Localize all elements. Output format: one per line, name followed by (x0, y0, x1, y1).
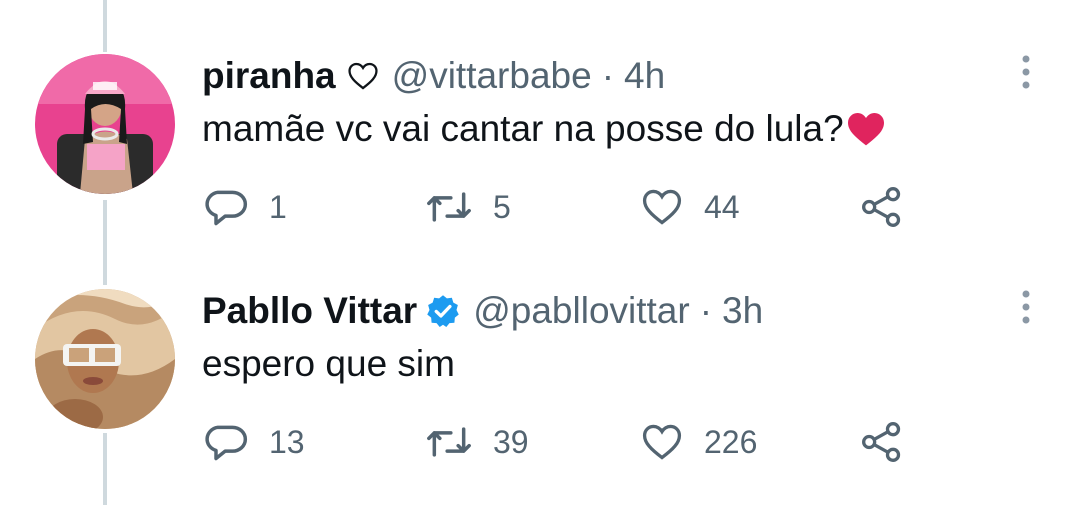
timestamp[interactable]: 3h (722, 290, 763, 332)
tweet-header: Pabllo Vittar @pabllovittar · 3h (202, 289, 763, 333)
tweet-text: espero que sim (202, 343, 455, 385)
separator-dot: · (601, 55, 615, 96)
verified-badge-icon (427, 295, 459, 328)
more-options-icon[interactable] (1016, 287, 1036, 327)
share-button[interactable] (860, 185, 904, 229)
share-icon (862, 422, 901, 462)
handle[interactable]: @vittarbabe (392, 55, 592, 97)
like-button[interactable]: 226 (640, 420, 757, 464)
display-name[interactable]: Pabllo Vittar (202, 290, 417, 332)
retweet-icon (427, 427, 471, 457)
share-icon (862, 187, 901, 227)
timestamp[interactable]: 4h (624, 55, 665, 97)
like-count: 226 (704, 423, 758, 460)
display-name[interactable]: piranha (202, 55, 336, 97)
retweet-count: 39 (493, 423, 529, 460)
avatar-photo-icon (35, 54, 175, 194)
retweet-icon (427, 192, 471, 222)
reply-icon (205, 190, 248, 226)
reply-count: 13 (269, 423, 305, 460)
more-options-icon[interactable] (1016, 52, 1036, 92)
heart-outline-icon (348, 62, 378, 90)
share-button[interactable] (860, 420, 904, 464)
thread-line-bottom (103, 433, 107, 505)
like-heart-icon (642, 189, 682, 225)
like-count: 44 (704, 188, 740, 225)
like-heart-icon (642, 424, 682, 460)
tweet-text: mamãe vc vai cantar na posse do lula? (202, 108, 886, 150)
reply-count: 1 (269, 188, 287, 225)
reply-button[interactable]: 1 (205, 185, 287, 229)
avatar[interactable] (35, 289, 175, 429)
thread-line-top (103, 0, 107, 52)
handle[interactable]: @pabllovittar (473, 290, 690, 332)
retweet-button[interactable]: 39 (425, 420, 529, 464)
tweet-header: piranha @vittarbabe · 4h (202, 54, 665, 98)
red-heart-emoji-icon (847, 112, 884, 146)
reply-button[interactable]: 13 (205, 420, 305, 464)
avatar[interactable] (35, 54, 175, 194)
tweet-actions: 1 5 44 (205, 185, 925, 229)
retweet-button[interactable]: 5 (425, 185, 511, 229)
tweet-text-content: mamãe vc vai cantar na posse do lula? (202, 108, 844, 149)
tweet-actions: 13 39 226 (205, 420, 925, 464)
tweet-text-content: espero que sim (202, 343, 455, 384)
avatar-photo-icon (35, 289, 175, 429)
retweet-count: 5 (493, 188, 511, 225)
separator-dot: · (699, 290, 713, 331)
like-button[interactable]: 44 (640, 185, 740, 229)
reply-icon (205, 425, 248, 461)
thread-line-middle (103, 200, 107, 285)
